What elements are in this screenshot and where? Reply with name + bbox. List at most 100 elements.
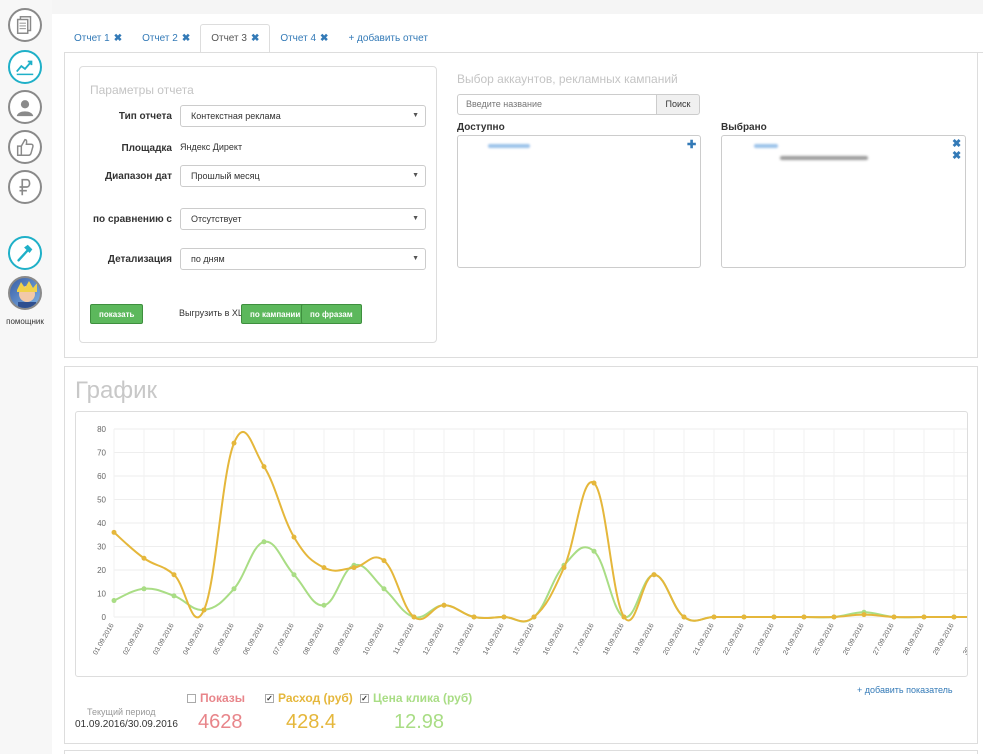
- add-report-link[interactable]: + добавить отчет: [338, 24, 437, 53]
- list-item[interactable]: [488, 144, 530, 148]
- data-point[interactable]: [231, 440, 237, 446]
- analytics-icon[interactable]: [8, 50, 42, 84]
- data-point[interactable]: [381, 558, 387, 564]
- report-settings-panel: Параметры отчета Тип отчета Контекстная …: [64, 52, 978, 358]
- data-point[interactable]: [261, 464, 267, 470]
- list-item[interactable]: [780, 156, 868, 160]
- y-tick-label: 50: [97, 496, 106, 505]
- data-point[interactable]: [171, 572, 177, 578]
- data-point[interactable]: [831, 614, 837, 620]
- add-metric-link[interactable]: + добавить показатель: [857, 685, 953, 695]
- user-icon[interactable]: [8, 90, 42, 124]
- compare-select[interactable]: Отсутствует ▼: [180, 208, 426, 230]
- list-item[interactable]: [754, 144, 778, 148]
- x-tick-label: 12.09.2016: [422, 622, 446, 656]
- x-tick-label: 23.09.2016: [752, 622, 776, 656]
- available-list[interactable]: ✚: [457, 135, 701, 268]
- data-point[interactable]: [441, 602, 447, 608]
- export-by-phrase-button[interactable]: по фразам: [301, 304, 362, 324]
- x-tick-label: 17.09.2016: [572, 622, 596, 656]
- data-point[interactable]: [141, 586, 147, 592]
- date-range-select[interactable]: Прошлый месяц ▼: [180, 165, 426, 187]
- impressions-checkbox[interactable]: [187, 693, 196, 703]
- close-icon[interactable]: ✖: [320, 33, 328, 44]
- x-tick-label: 20.09.2016: [662, 622, 686, 656]
- y-tick-label: 10: [97, 590, 106, 599]
- ruble-icon[interactable]: [8, 170, 42, 204]
- data-point[interactable]: [711, 614, 717, 620]
- data-point[interactable]: [741, 614, 747, 620]
- plus-icon[interactable]: ✚: [687, 138, 696, 151]
- data-point[interactable]: [111, 598, 117, 604]
- select-value: Контекстная реклама: [191, 111, 281, 121]
- thumbs-up-icon[interactable]: [8, 130, 42, 164]
- platform-label: Площадка: [121, 143, 172, 154]
- selected-list[interactable]: ✖ ✖: [721, 135, 966, 268]
- metric-impressions: Показы 4628: [187, 691, 245, 734]
- y-tick-label: 40: [97, 519, 106, 528]
- metric-name: Расход (руб): [278, 691, 353, 705]
- x-tick-label: 18.09.2016: [602, 622, 626, 656]
- data-point[interactable]: [891, 614, 897, 620]
- account-search-input[interactable]: Введите название: [457, 94, 657, 115]
- data-point[interactable]: [141, 555, 147, 561]
- data-point[interactable]: [321, 565, 327, 571]
- x-tick-label: 02.09.2016: [122, 622, 146, 656]
- data-point[interactable]: [411, 614, 417, 620]
- documents-icon[interactable]: [8, 8, 42, 42]
- data-point[interactable]: [561, 565, 567, 571]
- x-tick-label: 07.09.2016: [272, 622, 296, 656]
- data-point[interactable]: [471, 614, 477, 620]
- detail-select[interactable]: по дням ▼: [180, 248, 426, 270]
- data-point[interactable]: [651, 572, 657, 578]
- data-point[interactable]: [201, 607, 207, 613]
- data-point[interactable]: [621, 614, 627, 620]
- hammer-icon[interactable]: [8, 236, 42, 270]
- tab-report-3[interactable]: Отчет 3 ✖: [200, 24, 271, 53]
- x-tick-label: 19.09.2016: [632, 622, 656, 656]
- helper-avatar[interactable]: [8, 276, 42, 310]
- data-point[interactable]: [681, 614, 687, 620]
- report-type-select[interactable]: Контекстная реклама ▼: [180, 105, 426, 127]
- export-by-campaign-button[interactable]: по кампании: [241, 304, 310, 324]
- close-icon[interactable]: ✖: [114, 33, 122, 44]
- data-point[interactable]: [591, 548, 597, 554]
- tab-report-1[interactable]: Отчет 1 ✖: [64, 24, 132, 53]
- data-point[interactable]: [381, 586, 387, 592]
- x-tick-label: 27.09.2016: [872, 622, 896, 656]
- select-value: Прошлый месяц: [191, 171, 260, 181]
- show-button[interactable]: показать: [90, 304, 144, 324]
- tab-label: Отчет 4: [280, 33, 317, 44]
- params-title: Параметры отчета: [90, 83, 194, 97]
- data-point[interactable]: [951, 614, 957, 620]
- data-point[interactable]: [591, 480, 597, 486]
- data-point[interactable]: [531, 614, 537, 620]
- close-icon[interactable]: ✖: [182, 33, 190, 44]
- x-tick-label: 30.09.2016: [962, 622, 968, 656]
- data-point[interactable]: [321, 602, 327, 608]
- tab-report-2[interactable]: Отчет 2 ✖: [132, 24, 200, 53]
- data-point[interactable]: [261, 539, 267, 545]
- close-icon[interactable]: ✖: [251, 33, 259, 44]
- data-point[interactable]: [231, 586, 237, 592]
- metric-value: 428.4: [286, 711, 337, 733]
- data-point[interactable]: [861, 612, 867, 618]
- data-point[interactable]: [801, 614, 807, 620]
- search-button[interactable]: Поиск: [656, 94, 700, 115]
- data-point[interactable]: [501, 614, 507, 620]
- x-tick-label: 26.09.2016: [842, 622, 866, 656]
- x-tick-label: 01.09.2016: [92, 622, 116, 656]
- spend-checkbox[interactable]: ✓: [265, 693, 274, 703]
- data-point[interactable]: [291, 572, 297, 578]
- data-point[interactable]: [291, 534, 297, 540]
- tab-report-4[interactable]: Отчет 4 ✖: [270, 24, 338, 53]
- close-icon[interactable]: ✖: [952, 149, 961, 162]
- data-point[interactable]: [771, 614, 777, 620]
- cpc-checkbox[interactable]: ✓: [360, 693, 369, 703]
- main-content: Отчет 1 ✖ Отчет 2 ✖ Отчет 3 ✖ Отчет 4 ✖ + до…: [52, 14, 983, 754]
- data-point[interactable]: [351, 565, 357, 571]
- data-point[interactable]: [171, 593, 177, 599]
- data-point[interactable]: [921, 614, 927, 620]
- chart-panel: График 0 10 20 30 40 50 60 70 80 01.09.2016 02.09.…: [64, 366, 978, 744]
- data-point[interactable]: [111, 529, 117, 535]
